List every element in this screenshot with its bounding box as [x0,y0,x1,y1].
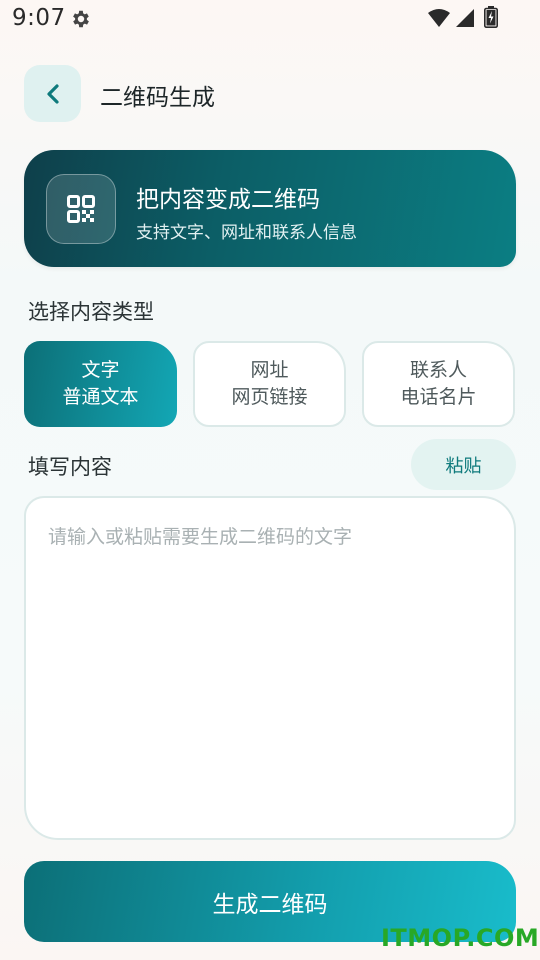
content-textarea[interactable]: 请输入或粘贴需要生成二维码的文字 [24,496,516,840]
watermark: ITMOP.COM [381,924,540,952]
cellular-signal-icon [456,9,474,27]
wifi-icon [428,9,450,27]
battery-charging-icon [484,6,498,28]
back-button[interactable] [24,65,81,122]
hero-title: 把内容变成二维码 [136,187,320,213]
qr-code-icon [67,195,95,223]
type-option-desc: 网页链接 [231,386,308,408]
content-section-label: 填写内容 [28,455,112,479]
type-option-text[interactable]: 文字 普通文本 [24,341,177,427]
type-option-desc: 电话名片 [400,386,477,408]
type-option-title: 文字 [81,359,120,381]
type-option-title: 网址 [250,359,289,381]
type-option-contact[interactable]: 联系人 电话名片 [362,341,515,427]
status-time: 9:07 [12,5,66,31]
qr-code-icon-container [46,174,116,244]
type-option-desc: 普通文本 [62,386,139,408]
page-title: 二维码生成 [100,85,215,111]
hero-card: 把内容变成二维码 支持文字、网址和联系人信息 [24,150,516,267]
paste-button[interactable]: 粘贴 [411,439,516,490]
content-placeholder: 请输入或粘贴需要生成二维码的文字 [48,526,353,548]
chevron-left-icon [46,83,59,104]
type-option-title: 联系人 [409,359,467,381]
gear-icon [73,10,89,28]
type-option-url[interactable]: 网址 网页链接 [193,341,346,427]
type-section-label: 选择内容类型 [28,300,154,324]
hero-subtitle: 支持文字、网址和联系人信息 [136,223,357,243]
status-bar: 9:07 [0,0,540,40]
